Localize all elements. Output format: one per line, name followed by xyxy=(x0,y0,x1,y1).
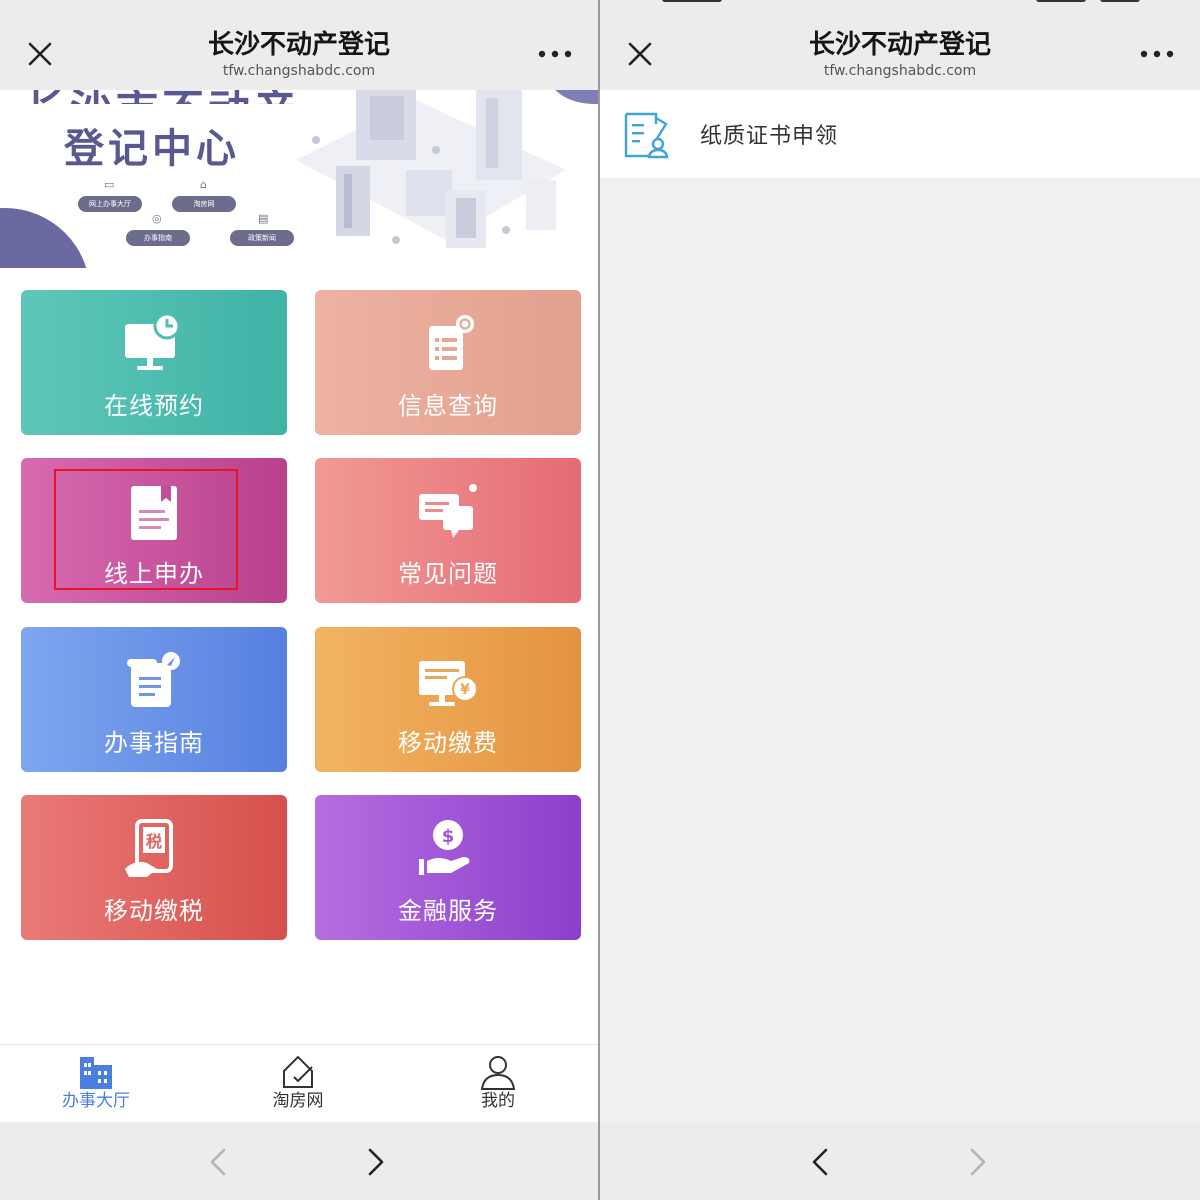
chat-bubbles-icon xyxy=(419,484,477,538)
building-icon xyxy=(80,1057,112,1089)
tile-label: 信息查询 xyxy=(398,392,498,420)
tile-online-application[interactable]: 线上申办 xyxy=(21,458,287,603)
guide-scroll-icon xyxy=(127,652,180,707)
tile-label: 在线预约 xyxy=(104,392,204,420)
tab-mine[interactable]: 我的 xyxy=(438,1053,558,1119)
banner-pill: 网上办事大厅 xyxy=(78,196,142,212)
tile-label: 移动缴费 xyxy=(398,729,498,757)
status-bar-fragment xyxy=(662,0,722,2)
person-icon xyxy=(480,1056,516,1090)
status-bar-fragment xyxy=(1100,0,1140,2)
back-button[interactable] xyxy=(804,1144,840,1180)
monitor-clock-icon xyxy=(125,312,181,370)
bottom-tab-bar: 办事大厅 淘房网 我的 xyxy=(0,1044,598,1122)
tile-mobile-payment[interactable]: ¥ 移动缴费 xyxy=(315,627,581,772)
page-url: tfw.changshabdc.com xyxy=(222,63,376,79)
tile-label: 常见问题 xyxy=(398,560,498,588)
tab-label: 我的 xyxy=(481,1091,515,1111)
tile-mobile-tax[interactable]: 税 移动缴税 xyxy=(21,795,287,940)
computer-icon: ▭ xyxy=(104,178,115,191)
tile-faq[interactable]: 常见问题 xyxy=(315,458,581,603)
svg-text:税: 税 xyxy=(146,832,162,851)
tile-financial-services[interactable]: $ 金融服务 xyxy=(315,795,581,940)
list-item-label: 纸质证书申领 xyxy=(700,124,839,149)
banner-heading-top: 长沙市不动产 xyxy=(24,90,300,104)
hand-coin-icon: $ xyxy=(419,820,470,875)
chevron-right-icon xyxy=(368,1148,384,1176)
page-title: 长沙不动产登记 xyxy=(207,30,390,60)
banner-pill: 办事指南 xyxy=(126,230,190,246)
tile-service-guide[interactable]: 办事指南 xyxy=(21,627,287,772)
webview-topbar: 长沙不动产登记 tfw.changshabdc.com xyxy=(600,0,1200,90)
tile-label: 办事指南 xyxy=(104,729,204,757)
webview-topbar: 长沙不动产登记 tfw.changshabdc.com xyxy=(0,0,598,90)
title-block: 长沙不动产登记 tfw.changshabdc.com xyxy=(0,28,598,80)
phone-tax-icon: 税 xyxy=(125,819,173,877)
svg-text:¥: ¥ xyxy=(460,682,470,698)
list-item-paper-certificate[interactable]: 纸质证书申领 xyxy=(600,90,1200,178)
tab-service-hall[interactable]: 办事大厅 xyxy=(36,1053,156,1119)
banner-decoration xyxy=(0,208,90,268)
tile-info-query[interactable]: 信息查询 xyxy=(315,290,581,435)
home-banner[interactable]: 长沙市不动产 登记中心 ▭ 网上办事大厅 ⌂ 淘房网 ◎ 办事指南 ▤ 政策新闻 xyxy=(0,90,598,268)
certificate-application-icon xyxy=(624,112,669,159)
forward-button[interactable] xyxy=(960,1144,996,1180)
banner-heading: 登记中心 xyxy=(64,126,240,172)
more-button[interactable] xyxy=(538,44,572,64)
chevron-left-icon xyxy=(210,1148,226,1176)
more-icon xyxy=(538,50,572,58)
document-search-icon xyxy=(429,315,474,370)
forward-button[interactable] xyxy=(358,1144,394,1180)
page-title: 长沙不动产登记 xyxy=(808,30,991,60)
chevron-left-icon xyxy=(812,1148,828,1176)
news-icon: ▤ xyxy=(258,212,269,225)
tile-label: 线上申办 xyxy=(104,560,204,588)
tile-online-appointment[interactable]: 在线预约 xyxy=(21,290,287,435)
tile-label: 金融服务 xyxy=(398,897,498,925)
svg-text:$: $ xyxy=(442,826,455,847)
left-screen: 长沙市不动产 登记中心 ▭ 网上办事大厅 ⌂ 淘房网 ◎ 办事指南 ▤ 政策新闻 xyxy=(0,0,598,1200)
monitor-yen-icon: ¥ xyxy=(419,661,478,706)
tab-label: 淘房网 xyxy=(272,1091,324,1111)
compass-icon: ◎ xyxy=(152,212,162,225)
document-bookmark-icon xyxy=(131,486,177,540)
page-url: tfw.changshabdc.com xyxy=(823,63,977,79)
tab-house-market[interactable]: 淘房网 xyxy=(238,1053,358,1119)
title-block: 长沙不动产登记 tfw.changshabdc.com xyxy=(600,28,1200,80)
banner-pill: 政策新闻 xyxy=(230,230,294,246)
house-icon: ⌂ xyxy=(200,178,207,191)
banner-pill: 淘房网 xyxy=(172,196,236,212)
back-button[interactable] xyxy=(202,1144,238,1180)
browser-nav-bar xyxy=(0,1122,598,1200)
status-bar-fragment xyxy=(1036,0,1086,2)
tab-label: 办事大厅 xyxy=(62,1091,130,1111)
city-illustration xyxy=(296,90,566,248)
tile-label: 移动缴税 xyxy=(104,897,204,925)
more-button[interactable] xyxy=(1140,44,1174,64)
house-check-icon xyxy=(283,1055,313,1088)
more-icon xyxy=(1140,50,1174,58)
chevron-right-icon xyxy=(970,1148,986,1176)
right-screen: 长沙不动产登记 tfw.changshabdc.com 纸质证书申领 xyxy=(600,0,1200,1200)
browser-nav-bar xyxy=(600,1122,1200,1200)
